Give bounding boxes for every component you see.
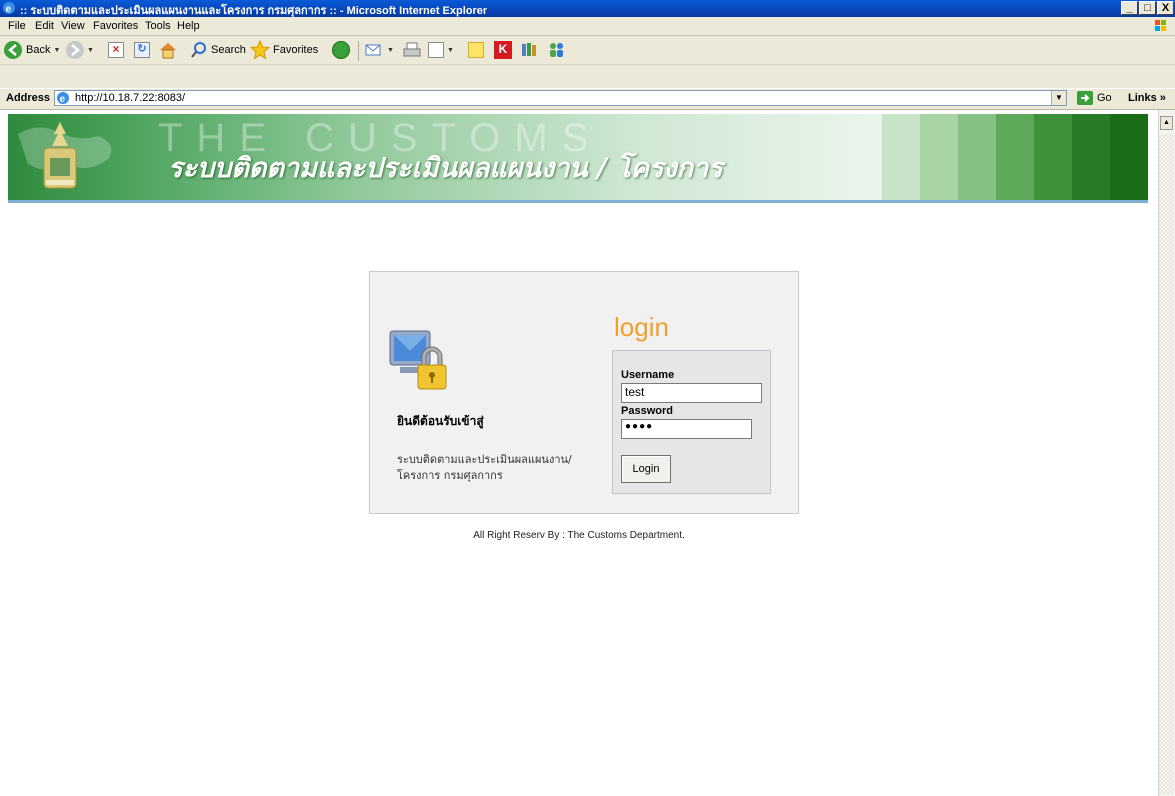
banner-stripe xyxy=(920,114,958,200)
mail-icon xyxy=(365,44,381,56)
search-button[interactable]: Search xyxy=(190,40,246,60)
history-icon xyxy=(332,41,350,59)
back-label: Back xyxy=(26,44,51,56)
password-input[interactable]: ●●●● xyxy=(621,419,752,439)
kaspersky-icon: K xyxy=(494,41,512,59)
banner-stripe xyxy=(958,114,996,200)
menu-file[interactable]: File xyxy=(8,20,26,32)
edit-button[interactable]: ▼ xyxy=(428,40,454,60)
banner-stripe xyxy=(1110,114,1148,200)
address-dropdown-icon[interactable]: ▼ xyxy=(1051,91,1066,105)
search-label: Search xyxy=(211,44,246,56)
forward-button[interactable]: ▼ xyxy=(66,40,94,60)
maximize-button[interactable]: □ xyxy=(1139,1,1156,15)
go-label: Go xyxy=(1097,92,1112,104)
svg-text:e: e xyxy=(6,4,12,15)
forward-dropdown-icon[interactable]: ▼ xyxy=(87,47,94,54)
refresh-icon: ↻ xyxy=(134,42,150,58)
home-button[interactable] xyxy=(158,40,178,60)
notes-icon xyxy=(468,42,484,58)
refresh-button[interactable]: ↻ xyxy=(134,40,150,60)
address-url: http://10.18.7.22:8083/ xyxy=(75,92,186,104)
username-label: Username xyxy=(621,369,675,381)
footer-copyright: All Right Reserv By : The Customs Depart… xyxy=(473,530,685,541)
login-button[interactable]: Login xyxy=(621,455,671,483)
login-panel: ยินดีต้อนรับเข้าสู่ ระบบติดตามและประเมิน… xyxy=(369,271,799,514)
kaspersky-button[interactable]: K xyxy=(494,40,512,60)
menu-favorites[interactable]: Favorites xyxy=(93,20,138,32)
print-button[interactable] xyxy=(402,40,422,60)
favorites-star-icon xyxy=(250,40,270,60)
go-button[interactable]: Go xyxy=(1077,91,1112,105)
vertical-scrollbar[interactable]: ▲ xyxy=(1158,110,1175,796)
banner-stripe xyxy=(882,114,920,200)
favorites-label: Favorites xyxy=(273,44,319,56)
messenger-button[interactable] xyxy=(546,40,568,60)
password-label: Password xyxy=(621,405,673,417)
edit-page-icon xyxy=(428,42,444,58)
forward-arrow-icon xyxy=(66,41,84,59)
address-bar: Address e http://10.18.7.22:8083/ ▼ Go L… xyxy=(0,89,1175,110)
scroll-track[interactable] xyxy=(1159,134,1174,794)
toolbar-separator xyxy=(358,41,359,61)
menu-bar: File Edit View Favorites Tools Help xyxy=(0,17,1175,36)
page-icon: e xyxy=(57,92,69,105)
address-input[interactable]: e http://10.18.7.22:8083/ ▼ xyxy=(54,90,1067,106)
windows-logo-icon xyxy=(1155,20,1166,31)
address-label: Address xyxy=(6,92,51,104)
links-button[interactable]: Links » xyxy=(1128,92,1166,104)
menu-tools[interactable]: Tools xyxy=(145,20,171,32)
favorites-button[interactable]: Favorites xyxy=(250,40,318,60)
username-input[interactable]: test xyxy=(621,383,762,403)
menu-edit[interactable]: Edit xyxy=(35,20,54,32)
page-content: THE CUSTOMS ระบบติดตามและประเมินผลแผนงาน… xyxy=(0,110,1158,796)
toolbar: Back ▼ ▼ × ↻ Search Favorites ▼ ▼ K xyxy=(0,36,1175,88)
research-books-icon xyxy=(522,43,536,56)
banner-divider xyxy=(8,200,1148,203)
welcome-heading: ยินดีต้อนรับเข้าสู่ xyxy=(397,414,484,428)
back-dropdown-icon[interactable]: ▼ xyxy=(53,47,60,54)
scroll-up-icon[interactable]: ▲ xyxy=(1160,116,1173,130)
minimize-button[interactable]: _ xyxy=(1121,1,1138,15)
close-button[interactable]: X xyxy=(1157,1,1174,15)
ie-icon: e xyxy=(3,2,15,15)
back-button[interactable]: Back ▼ xyxy=(4,40,60,60)
edit-dropdown-icon[interactable]: ▼ xyxy=(447,47,454,54)
messenger-icon xyxy=(550,43,563,57)
svg-text:e: e xyxy=(60,94,66,105)
history-button[interactable] xyxy=(332,40,350,60)
home-icon xyxy=(160,43,176,59)
menu-view[interactable]: View xyxy=(61,20,85,32)
login-form: Username test Password ●●●● Login xyxy=(612,350,771,494)
banner-stripe xyxy=(996,114,1034,200)
banner-stripe xyxy=(1034,114,1072,200)
menu-help[interactable]: Help xyxy=(177,20,200,32)
login-title: login xyxy=(614,312,669,342)
print-icon xyxy=(403,42,421,57)
notes-button[interactable] xyxy=(468,40,484,60)
mail-button[interactable]: ▼ xyxy=(364,40,394,60)
standard-buttons-row: Back ▼ ▼ × ↻ Search Favorites ▼ ▼ K xyxy=(0,36,1175,65)
banner-stripe xyxy=(1072,114,1110,200)
mail-dropdown-icon[interactable]: ▼ xyxy=(387,47,394,54)
window-titlebar: e :: ระบบติดตามและประเมินผลแผนงานและโครง… xyxy=(0,0,1175,17)
header-banner: THE CUSTOMS ระบบติดตามและประเมินผลแผนงาน… xyxy=(8,114,1148,200)
stop-icon: × xyxy=(108,42,124,58)
computer-lock-icon xyxy=(389,330,447,390)
search-icon xyxy=(191,42,206,58)
go-arrow-icon xyxy=(1077,91,1093,105)
customs-emblem-icon xyxy=(43,122,77,189)
research-button[interactable] xyxy=(520,40,540,60)
system-description: ระบบติดตามและประเมินผลแผนงาน/โครงการ กรม… xyxy=(397,453,572,482)
system-title: ระบบติดตามและประเมินผลแผนงาน / โครงการ xyxy=(168,153,723,184)
back-arrow-icon xyxy=(4,41,22,59)
stop-button[interactable]: × xyxy=(108,40,124,60)
